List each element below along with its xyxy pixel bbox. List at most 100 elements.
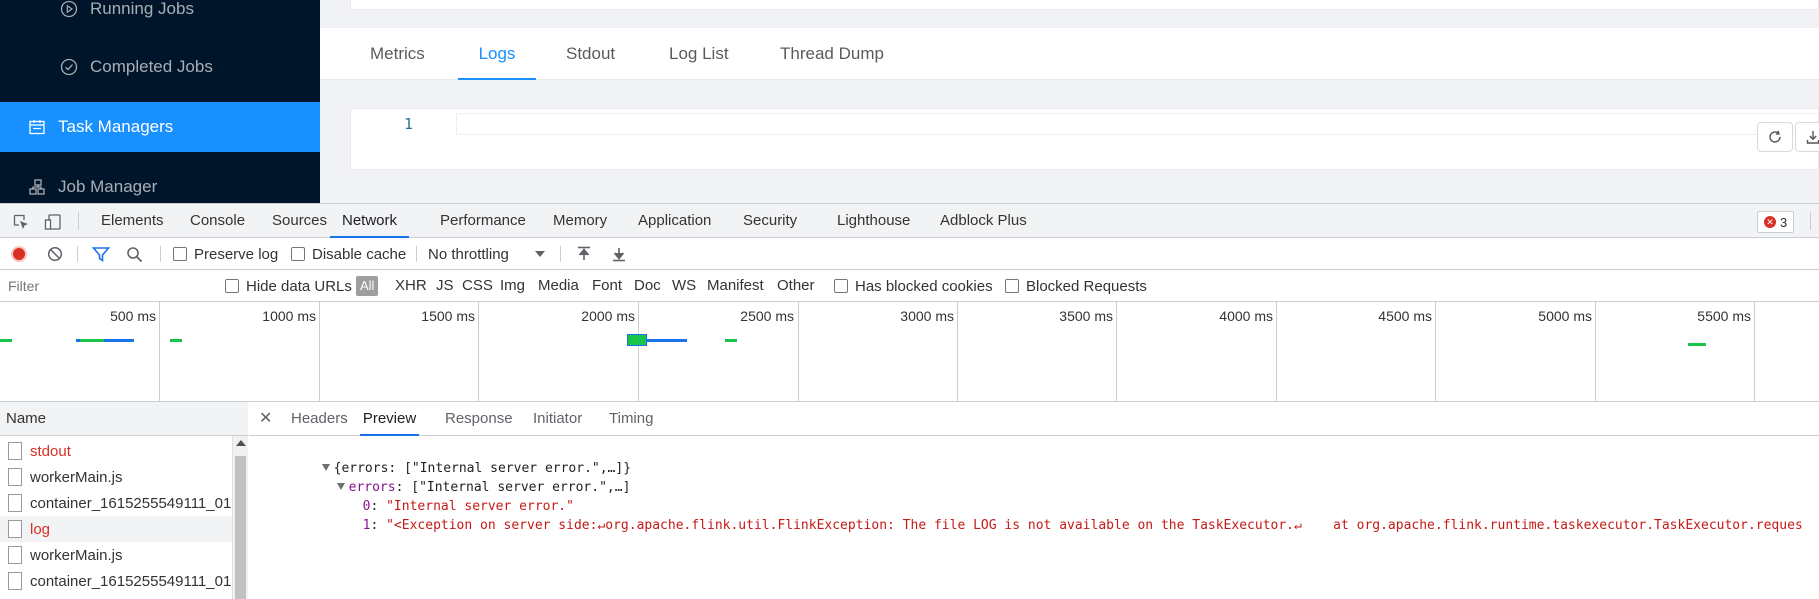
checkbox[interactable] — [834, 279, 848, 293]
filter-type-font[interactable]: Font — [592, 270, 622, 302]
request-row[interactable]: log — [0, 516, 232, 542]
check-circle-icon — [60, 58, 78, 76]
export-har-button[interactable] — [611, 238, 627, 270]
filter-type-css[interactable]: CSS — [462, 270, 493, 302]
search-button[interactable] — [126, 238, 143, 270]
has-blocked-cookies-checkbox[interactable]: Has blocked cookies — [834, 270, 993, 302]
filter-type-manifest[interactable]: Manifest — [707, 270, 764, 302]
download-button[interactable] — [1795, 122, 1819, 152]
timeline-request-bar — [725, 339, 737, 342]
inspect-element-icon[interactable] — [10, 211, 32, 233]
clear-button[interactable] — [47, 238, 63, 270]
network-toolbar: Preserve log Disable cache No throttling — [0, 238, 1819, 270]
filter-type-ws[interactable]: WS — [672, 270, 696, 302]
devtools-tab-performance[interactable]: Performance — [440, 204, 526, 238]
tab-thread-dump[interactable]: Thread Dump — [780, 28, 884, 80]
detail-tab-preview[interactable]: Preview — [360, 402, 419, 436]
filter-type-xhr[interactable]: XHR — [395, 270, 427, 302]
scroll-up-arrow-icon[interactable] — [236, 440, 246, 446]
timeline-gridline — [1435, 302, 1436, 402]
network-overview-timeline[interactable]: 500 ms 1000 ms 1500 ms 2000 ms 2500 ms 3… — [0, 302, 1819, 402]
timeline-tick-label: 5000 ms — [1538, 308, 1592, 324]
editor-line[interactable] — [456, 113, 1818, 135]
hide-data-urls-checkbox[interactable]: Hide data URLs — [225, 270, 352, 302]
tab-metrics[interactable]: Metrics — [370, 28, 425, 80]
throttling-select[interactable]: No throttling — [428, 238, 545, 270]
devtools-tab-adblock-plus[interactable]: Adblock Plus — [940, 204, 1027, 238]
download-icon — [611, 246, 627, 262]
name-column-header[interactable]: Name — [0, 402, 248, 436]
devtools-tab-application[interactable]: Application — [638, 204, 711, 238]
file-icon — [8, 468, 22, 486]
checkbox[interactable] — [1005, 279, 1019, 293]
sidebar-item-job-manager[interactable]: Job Manager — [0, 162, 320, 203]
blocked-requests-checkbox[interactable]: Blocked Requests — [1005, 270, 1147, 302]
divider — [160, 246, 161, 262]
disable-cache-checkbox[interactable]: Disable cache — [291, 238, 406, 270]
detail-tab-response[interactable]: Response — [445, 402, 513, 436]
request-row[interactable]: workerMain.js — [0, 542, 232, 568]
flink-web-ui: Running Jobs Completed Jobs Task Manager… — [0, 0, 1819, 203]
timeline-gridline — [1754, 302, 1755, 402]
filter-toggle-button[interactable] — [92, 238, 110, 270]
json-root-node[interactable]: {errors: ["Internal server error.",…]} — [259, 440, 631, 476]
detail-tabbar: ✕ Headers Preview Response Initiator Tim… — [249, 402, 1819, 436]
request-row[interactable]: workerMain.js — [0, 464, 232, 490]
record-button[interactable] — [11, 238, 27, 270]
json-errors-node[interactable]: errors: ["Internal server error.",…] — [274, 459, 630, 495]
error-count-badge[interactable]: ✕ 3 — [1757, 211, 1795, 233]
import-har-button[interactable] — [576, 238, 592, 270]
device-toolbar-icon[interactable] — [42, 211, 64, 233]
timeline-tick-label: 1000 ms — [262, 308, 316, 324]
devtools-tab-elements[interactable]: Elements — [101, 204, 164, 238]
timeline-tick-label: 500 ms — [110, 308, 156, 324]
scrollbar-thumb[interactable] — [235, 456, 246, 599]
devtools-tab-network[interactable]: Network — [330, 204, 410, 238]
devtools-tab-lighthouse[interactable]: Lighthouse — [837, 204, 910, 238]
preserve-log-checkbox[interactable]: Preserve log — [173, 238, 278, 270]
timeline-gridline — [478, 302, 479, 402]
tab-log-list[interactable]: Log List — [669, 28, 729, 80]
detail-tab-timing[interactable]: Timing — [609, 402, 653, 436]
filter-type-img[interactable]: Img — [500, 270, 525, 302]
detail-tab-headers[interactable]: Headers — [291, 402, 348, 436]
devtools-tab-console[interactable]: Console — [190, 204, 245, 238]
timeline-request-bar — [647, 339, 687, 342]
close-icon[interactable]: ✕ — [259, 402, 272, 436]
sidebar-item-running-jobs[interactable]: Running Jobs — [0, 0, 320, 34]
timeline-tick-label: 2000 ms — [581, 308, 635, 324]
search-icon — [126, 246, 143, 263]
sidebar-item-label: Job Manager — [58, 177, 158, 196]
log-editor[interactable]: 1 — [350, 108, 1819, 170]
sidebar-item-label: Completed Jobs — [90, 57, 213, 76]
checkbox[interactable] — [225, 279, 239, 293]
sidebar-item-task-managers[interactable]: Task Managers — [0, 102, 320, 152]
timeline-tick-label: 2500 ms — [740, 308, 794, 324]
throttling-value: No throttling — [428, 245, 509, 263]
timeline-gridline — [1276, 302, 1277, 402]
checkbox[interactable] — [291, 247, 305, 261]
detail-tab-initiator[interactable]: Initiator — [533, 402, 582, 436]
tab-stdout[interactable]: Stdout — [566, 28, 615, 80]
timeline-request-bar — [1688, 343, 1706, 346]
filter-input[interactable] — [2, 275, 208, 297]
calendar-icon — [28, 118, 46, 136]
filter-type-all[interactable]: All — [356, 276, 379, 296]
devtools-tab-security[interactable]: Security — [743, 204, 797, 238]
tab-logs[interactable]: Logs — [458, 28, 536, 80]
sidebar-item-completed-jobs[interactable]: Completed Jobs — [0, 42, 320, 92]
reload-button[interactable] — [1757, 122, 1793, 152]
filter-type-js[interactable]: JS — [436, 270, 454, 302]
error-count: 3 — [1780, 214, 1788, 230]
request-list-scrollbar[interactable] — [232, 436, 248, 599]
timeline-tick-label: 5500 ms — [1697, 308, 1751, 324]
devtools-tab-sources[interactable]: Sources — [272, 204, 327, 238]
checkbox[interactable] — [173, 247, 187, 261]
request-row[interactable]: container_1615255549111_01 — [0, 490, 232, 516]
filter-type-media[interactable]: Media — [538, 270, 579, 302]
filter-type-other[interactable]: Other — [777, 270, 815, 302]
request-row[interactable]: container_1615255549111_01 — [0, 568, 232, 594]
devtools-tab-memory[interactable]: Memory — [553, 204, 607, 238]
request-row[interactable]: stdout — [0, 438, 232, 464]
filter-type-doc[interactable]: Doc — [634, 270, 661, 302]
